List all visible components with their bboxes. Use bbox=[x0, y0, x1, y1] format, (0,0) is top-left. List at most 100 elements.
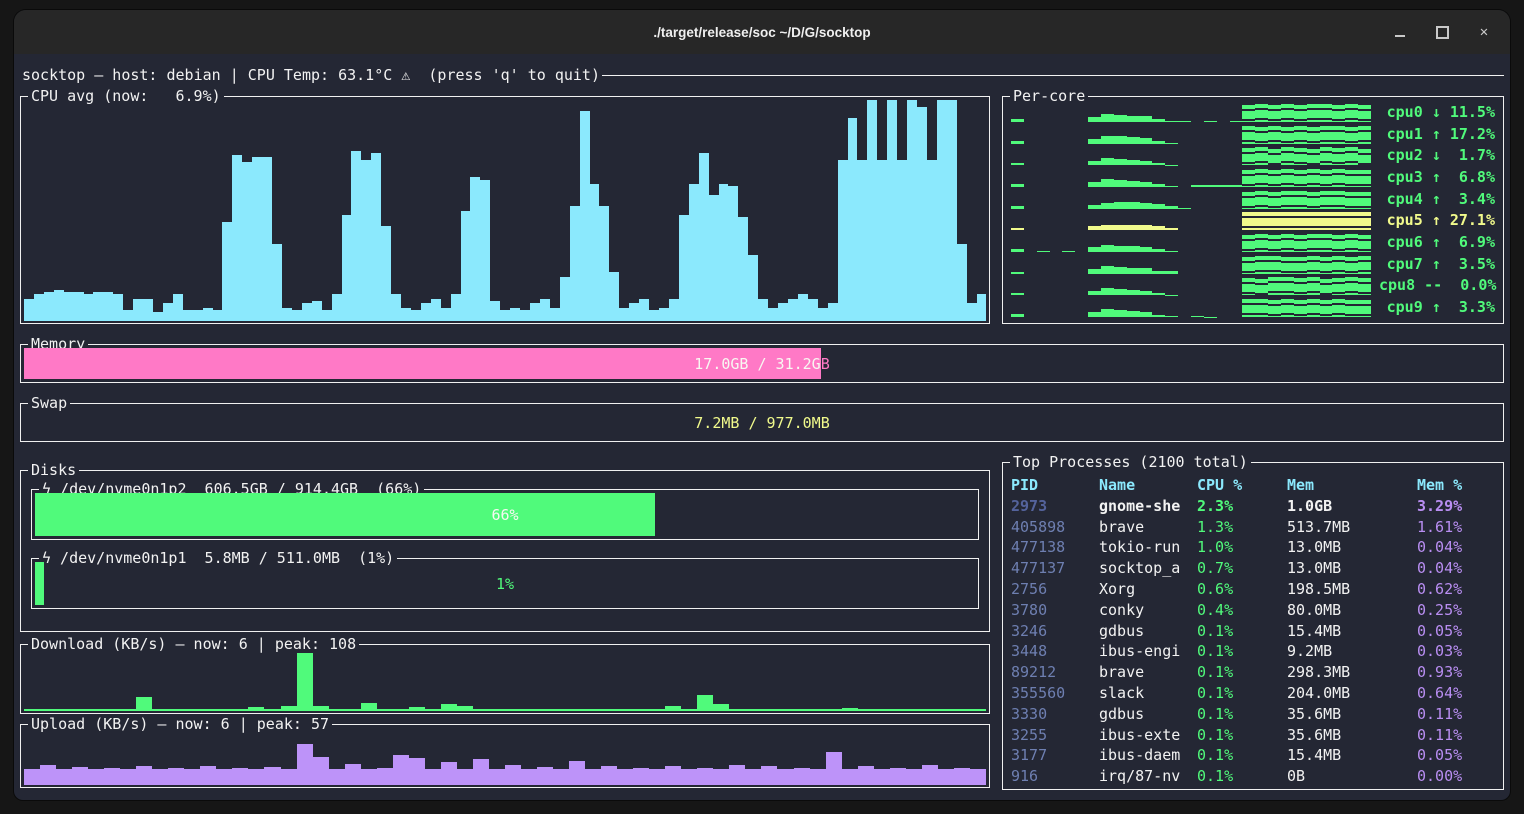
process-row: 3177ibus-daem0.1%15.4MB0.05% bbox=[1011, 745, 1499, 766]
bar bbox=[810, 709, 826, 711]
bar bbox=[470, 177, 480, 321]
bar bbox=[1307, 192, 1320, 209]
minimize-icon[interactable] bbox=[1392, 24, 1408, 40]
bar bbox=[1011, 119, 1024, 122]
bar bbox=[1320, 126, 1333, 144]
cpu-cell: 1.0% bbox=[1197, 537, 1287, 558]
bar bbox=[1294, 170, 1307, 187]
bar bbox=[40, 765, 56, 785]
bar bbox=[1255, 212, 1268, 230]
bar bbox=[143, 299, 153, 321]
bar bbox=[1152, 141, 1165, 144]
bar bbox=[1307, 149, 1320, 166]
bar bbox=[927, 160, 937, 321]
bar bbox=[1320, 170, 1333, 187]
bar bbox=[1268, 277, 1281, 295]
bar bbox=[907, 100, 917, 321]
bar bbox=[441, 704, 457, 711]
bar bbox=[1294, 300, 1307, 317]
bar bbox=[585, 769, 601, 785]
cpu-cell: 0.1% bbox=[1197, 766, 1287, 787]
bar bbox=[1062, 251, 1075, 252]
bar bbox=[103, 292, 113, 321]
bar bbox=[222, 222, 232, 321]
bar bbox=[1268, 105, 1281, 122]
pid-cell: 89212 bbox=[1011, 662, 1099, 683]
bar bbox=[1307, 212, 1320, 230]
bar bbox=[877, 160, 887, 321]
bar bbox=[858, 709, 874, 711]
bar bbox=[1332, 105, 1345, 122]
bar bbox=[1101, 225, 1114, 231]
bar bbox=[818, 308, 828, 321]
bar bbox=[64, 292, 74, 321]
bar bbox=[1332, 169, 1345, 187]
bar bbox=[1114, 136, 1127, 144]
bar bbox=[1037, 251, 1050, 252]
bar bbox=[1307, 104, 1320, 122]
bar bbox=[540, 299, 550, 321]
bar bbox=[1127, 246, 1140, 252]
memp-cell: 0.04% bbox=[1417, 558, 1499, 579]
memp-cell: 0.03% bbox=[1417, 641, 1499, 662]
core-label: cpu9 ↑ 3.3% bbox=[1379, 298, 1495, 317]
bar bbox=[649, 310, 659, 321]
maximize-icon[interactable] bbox=[1434, 24, 1450, 40]
close-icon[interactable]: ✕ bbox=[1476, 24, 1492, 40]
bar bbox=[1358, 300, 1371, 317]
bar bbox=[377, 768, 393, 785]
bar bbox=[473, 709, 489, 711]
bar bbox=[1178, 208, 1191, 209]
bar bbox=[1011, 228, 1024, 230]
bar bbox=[689, 184, 699, 321]
bar bbox=[1127, 311, 1140, 317]
bar bbox=[1281, 147, 1294, 165]
bar bbox=[262, 157, 272, 321]
name-cell: brave bbox=[1099, 517, 1197, 538]
bar bbox=[361, 769, 377, 785]
download-chart bbox=[24, 648, 986, 711]
bar bbox=[1281, 169, 1294, 187]
bar bbox=[738, 217, 748, 321]
bar bbox=[938, 769, 954, 785]
bar bbox=[216, 709, 232, 711]
bar bbox=[281, 706, 297, 711]
bar bbox=[1088, 117, 1101, 122]
bar bbox=[1255, 169, 1268, 187]
bar bbox=[152, 769, 168, 785]
bar bbox=[580, 111, 590, 321]
bar bbox=[264, 767, 280, 785]
process-row: 477138tokio-run1.0%13.0MB0.04% bbox=[1011, 537, 1499, 558]
bar bbox=[184, 709, 200, 711]
disks-panel: Disks ϟ /dev/nvme0n1p2 606.5GB / 914.4GB… bbox=[20, 470, 990, 632]
bar bbox=[351, 151, 361, 321]
bar bbox=[409, 758, 425, 785]
bar bbox=[312, 301, 322, 321]
bar bbox=[1345, 257, 1358, 274]
pid-cell: 2756 bbox=[1011, 579, 1099, 600]
bar bbox=[1358, 212, 1371, 230]
mem-cell: 13.0MB bbox=[1287, 558, 1417, 579]
bar bbox=[1165, 271, 1178, 273]
bar bbox=[530, 303, 540, 321]
bar bbox=[917, 107, 927, 321]
core-label: cpu3 ↑ 6.8% bbox=[1379, 168, 1495, 187]
pid-cell: 3177 bbox=[1011, 745, 1099, 766]
bar bbox=[728, 186, 738, 321]
name-cell: ibus-exte bbox=[1099, 725, 1197, 746]
window-titlebar[interactable]: ./target/release/soc ~/D/G/socktop ✕ bbox=[14, 10, 1510, 54]
pid-cell: 3780 bbox=[1011, 600, 1099, 621]
bar bbox=[1358, 235, 1371, 252]
bar bbox=[104, 709, 120, 711]
bar bbox=[1127, 116, 1140, 122]
bar bbox=[1294, 126, 1307, 144]
bar bbox=[163, 303, 173, 321]
process-row: 89212brave0.1%298.3MB0.93% bbox=[1011, 662, 1499, 683]
bar bbox=[302, 303, 312, 321]
cpu-avg-chart bbox=[24, 100, 986, 321]
bar bbox=[1281, 212, 1294, 230]
col-mem: Mem bbox=[1287, 475, 1417, 496]
bar bbox=[120, 769, 136, 785]
pid-cell: 3255 bbox=[1011, 725, 1099, 746]
bar bbox=[1332, 148, 1345, 165]
